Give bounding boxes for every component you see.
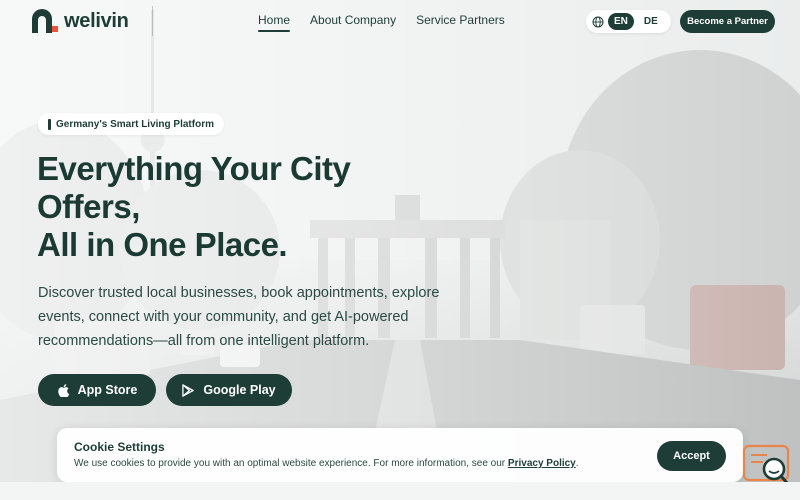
google-play-button[interactable]: Google Play (166, 374, 292, 406)
page-bottom-strip (0, 482, 800, 500)
cookie-banner: Cookie Settings We use cookies to provid… (57, 428, 743, 482)
language-de-button[interactable]: DE (638, 13, 664, 30)
privacy-policy-link[interactable]: Privacy Policy (508, 458, 576, 469)
hero-badge: Germany's Smart Living Platform (38, 113, 224, 135)
play-icon (182, 383, 195, 397)
logo-text: welivin (64, 9, 129, 32)
apple-icon (57, 383, 69, 397)
app-store-label: App Store (77, 383, 138, 397)
cookie-message: We use cookies to provide you with an op… (74, 458, 506, 469)
logo-mark-icon (30, 9, 58, 33)
hero-title-line-1: Everything Your City (37, 150, 351, 187)
globe-icon (592, 16, 604, 27)
become-partner-button[interactable]: Become a Partner (680, 10, 775, 33)
hero-title: Everything Your City Offers, All in One … (37, 150, 437, 264)
google-play-label: Google Play (203, 383, 276, 397)
badge-text: Germany's Smart Living Platform (56, 118, 214, 130)
language-switcher: EN DE (586, 10, 671, 33)
nav-item-about-company[interactable]: About Company (310, 13, 396, 31)
cookie-title: Cookie Settings (74, 440, 165, 454)
app-store-button[interactable]: App Store (38, 374, 156, 406)
logo[interactable]: welivin (30, 9, 129, 33)
accept-cookies-button[interactable]: Accept (657, 441, 726, 471)
main-nav: Home About Company Service Partners (258, 13, 505, 32)
badge-accent-bar (48, 118, 51, 130)
cookie-text: We use cookies to provide you with an op… (74, 458, 579, 469)
nav-item-service-partners[interactable]: Service Partners (416, 13, 505, 31)
hero-description: Discover trusted local businesses, book … (38, 285, 440, 349)
hero-title-line-2: Offers, (37, 188, 140, 225)
language-en-button[interactable]: EN (608, 13, 634, 30)
site-header: welivin Home About Company Service Partn… (0, 0, 800, 44)
nav-item-home[interactable]: Home (258, 13, 291, 32)
header-divider (152, 6, 153, 36)
hero-title-line-3: All in One Place. (37, 226, 288, 263)
cookie-text-end: . (575, 458, 579, 469)
